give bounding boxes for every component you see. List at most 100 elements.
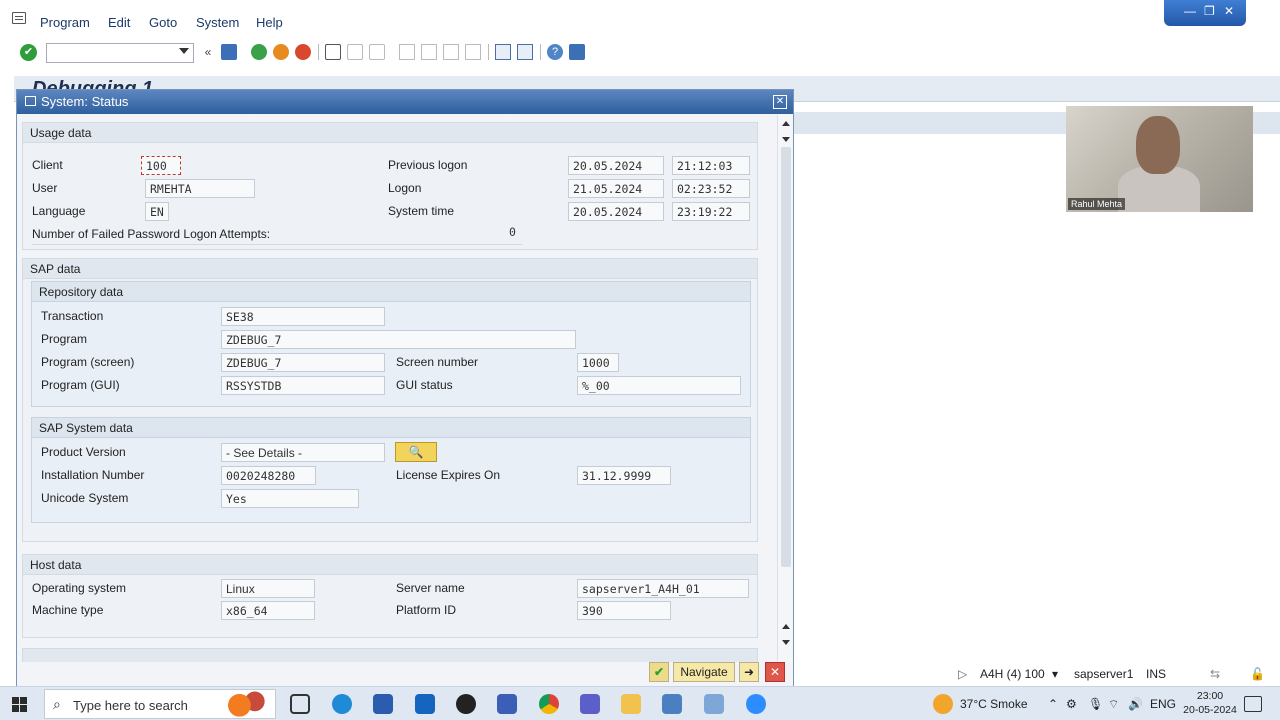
client-label: Client <box>32 158 63 172</box>
search-highlight-icon <box>224 691 268 717</box>
scroll-up-icon[interactable] <box>782 624 790 629</box>
zoom-icon[interactable] <box>746 694 766 714</box>
scroll-thumb[interactable] <box>781 147 791 567</box>
teams-icon[interactable] <box>580 694 600 714</box>
file-explorer-icon[interactable] <box>621 694 641 714</box>
dialog-close-button[interactable]: ✕ <box>773 95 787 109</box>
back-icon[interactable] <box>251 44 267 60</box>
double-left-arrow-icon[interactable]: « <box>200 44 216 60</box>
insert-mode[interactable]: INS <box>1146 667 1166 681</box>
host-data-heading: Host data <box>30 558 82 572</box>
cancel-icon[interactable] <box>295 44 311 60</box>
export-icon[interactable]: ➜ <box>739 662 759 682</box>
print-icon[interactable] <box>325 44 341 60</box>
screen-number-field[interactable]: 1000 <box>577 353 619 372</box>
edge-icon[interactable] <box>332 694 352 714</box>
transaction-field[interactable]: SE38 <box>221 307 385 326</box>
sap-gui-window-icon[interactable] <box>704 694 724 714</box>
wifi-icon[interactable]: ⌔ <box>1108 697 1119 712</box>
standard-toolbar: ✔ « ? <box>0 40 1280 66</box>
menu-edit[interactable]: Edit <box>108 15 130 30</box>
command-field[interactable] <box>46 43 194 63</box>
unicode-system-field[interactable]: Yes <box>221 489 359 508</box>
notifications-icon[interactable] <box>1244 696 1262 712</box>
system-time-date[interactable]: 20.05.2024 <box>568 202 664 221</box>
client-field[interactable]: 100 <box>141 156 181 175</box>
previous-logon-time[interactable]: 21:12:03 <box>672 156 750 175</box>
chevron-up-icon[interactable]: ⌃ <box>1048 697 1058 711</box>
dialog-title: System: Status <box>41 94 129 109</box>
windows-start-icon[interactable] <box>12 697 27 712</box>
operating-system-field[interactable]: Linux <box>221 579 315 598</box>
mail-icon[interactable] <box>415 694 435 714</box>
license-expires-field[interactable]: 31.12.9999 <box>577 466 671 485</box>
menu-icon[interactable] <box>12 12 26 24</box>
network-icon[interactable]: ⚙ <box>1066 697 1077 711</box>
restore-button[interactable]: ❐ <box>1204 4 1215 18</box>
layout-menu-icon[interactable] <box>569 44 585 60</box>
installation-number-label: Installation Number <box>41 468 145 482</box>
menu-system[interactable]: System <box>196 15 239 30</box>
exit-icon[interactable] <box>273 44 289 60</box>
logon-date[interactable]: 21.05.2024 <box>568 179 664 198</box>
microphone-icon[interactable]: 🎙 <box>1088 697 1103 711</box>
scroll-down-icon[interactable] <box>782 640 790 645</box>
speaker-icon[interactable]: 🔊 <box>1128 697 1143 711</box>
sap-gui-icon[interactable] <box>662 694 682 714</box>
program-gui-field[interactable]: RSSYSTDB <box>221 376 385 395</box>
enter-check-icon[interactable]: ✔ <box>20 44 37 61</box>
program-screen-field[interactable]: ZDEBUG_7 <box>221 353 385 372</box>
server-name-field[interactable]: sapserver1_A4H_01 <box>577 579 749 598</box>
previous-logon-date[interactable]: 20.05.2024 <box>568 156 664 175</box>
operating-system-label: Operating system <box>32 581 127 595</box>
toolbar-separator <box>318 44 319 60</box>
lock-icon[interactable]: 🔓 <box>1250 667 1265 681</box>
scroll-down-icon[interactable] <box>782 137 790 142</box>
help-icon[interactable]: ? <box>547 44 563 60</box>
dell-icon[interactable] <box>456 694 476 714</box>
gui-status-field[interactable]: %_00 <box>577 376 741 395</box>
language-field[interactable]: EN <box>145 202 169 221</box>
save-icon[interactable] <box>221 44 237 60</box>
input-language[interactable]: ENG <box>1150 697 1176 711</box>
system-time-time[interactable]: 23:19:22 <box>672 202 750 221</box>
chevron-down-icon[interactable] <box>179 48 189 54</box>
toolbar-separator <box>488 44 489 60</box>
logon-time[interactable]: 02:23:52 <box>672 179 750 198</box>
status-play-icon[interactable]: ▷ <box>958 667 967 681</box>
shortcut-icon[interactable] <box>517 44 533 60</box>
store-icon[interactable] <box>373 694 393 714</box>
machine-type-field[interactable]: x86_64 <box>221 601 315 620</box>
chevron-down-icon[interactable]: ▾ <box>1052 667 1058 681</box>
platform-id-field[interactable]: 390 <box>577 601 671 620</box>
magnifier-icon: 🔍 <box>408 445 424 459</box>
menu-program[interactable]: Program <box>40 15 90 30</box>
machine-type-label: Machine type <box>32 603 104 617</box>
sap-logon-icon[interactable] <box>497 694 517 714</box>
last-page-icon <box>465 44 481 60</box>
menu-help[interactable]: Help <box>256 15 283 30</box>
dialog-scrollbar[interactable] <box>777 114 793 662</box>
taskbar-clock[interactable]: 23:00 20-05-2024 <box>1180 689 1240 717</box>
product-version-field[interactable]: - See Details - <box>221 443 385 462</box>
server-name-label: Server name <box>396 581 465 595</box>
program-field[interactable]: ZDEBUG_7 <box>221 330 576 349</box>
navigate-button[interactable]: Navigate <box>673 662 735 682</box>
minimize-button[interactable]: — <box>1184 4 1196 18</box>
scroll-up-icon[interactable] <box>782 121 790 126</box>
cancel-button[interactable]: ✕ <box>765 662 785 682</box>
user-field[interactable]: RMEHTA <box>145 179 255 198</box>
chrome-icon[interactable] <box>539 694 559 714</box>
continue-button[interactable]: ✔ <box>649 662 669 682</box>
host-data-group: Host data Operating system Linux Machine… <box>22 554 758 638</box>
installation-number-field[interactable]: 0020248280 <box>221 466 316 485</box>
close-window-button[interactable]: ✕ <box>1224 4 1234 18</box>
dialog-title-bar[interactable]: System: Status ✕ <box>17 90 793 114</box>
system-info[interactable]: A4H (4) 100 <box>980 667 1045 681</box>
task-view-icon[interactable] <box>290 694 310 714</box>
product-details-button[interactable]: 🔍 <box>395 442 437 462</box>
menu-goto[interactable]: Goto <box>149 15 177 30</box>
weather-text[interactable]: 37°C Smoke <box>960 697 1028 711</box>
clock-date: 20-05-2024 <box>1183 704 1237 716</box>
new-session-icon[interactable] <box>495 44 511 60</box>
